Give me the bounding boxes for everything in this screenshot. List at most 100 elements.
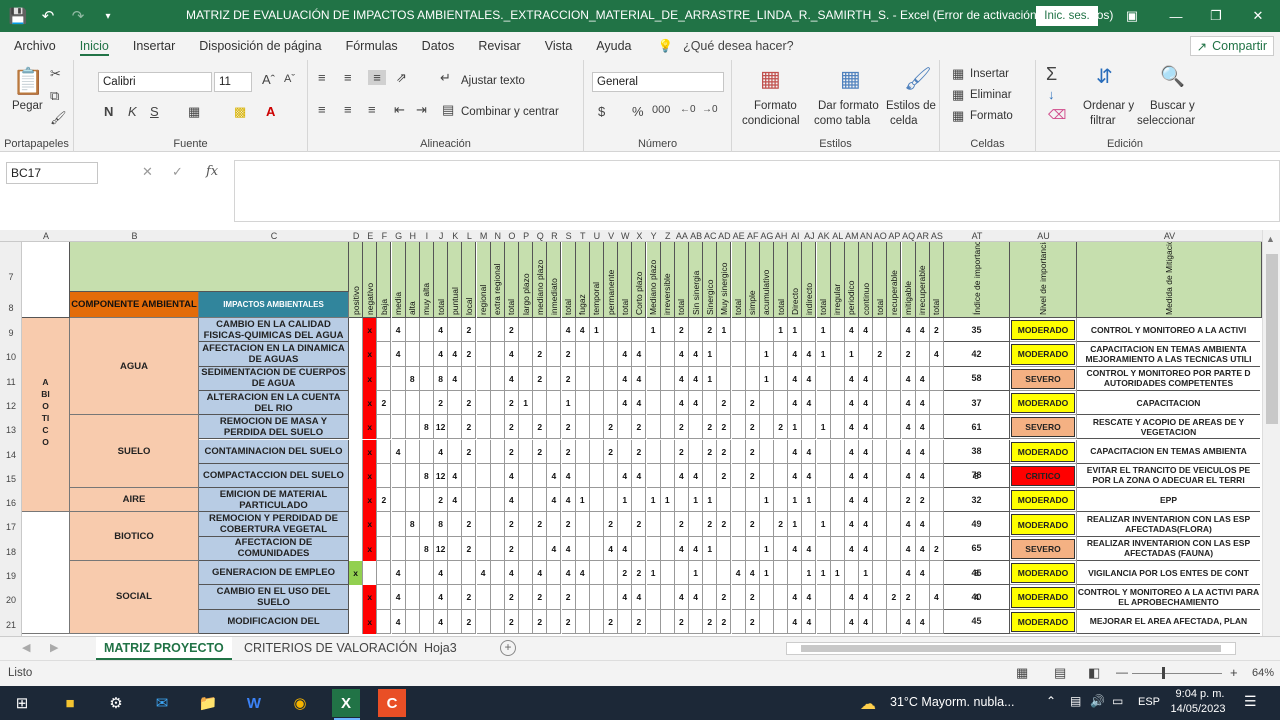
criteria-value-cell[interactable]: 2	[462, 342, 477, 367]
criteria-value-cell[interactable]	[660, 439, 675, 464]
find-label-2[interactable]: seleccionar	[1137, 115, 1195, 127]
criteria-value-cell[interactable]	[377, 536, 392, 561]
criteria-value-cell[interactable]	[660, 366, 675, 391]
criteria-value-cell[interactable]: 4	[901, 390, 916, 416]
column-header[interactable]: P	[519, 230, 533, 242]
criteria-value-cell[interactable]: 4	[504, 463, 519, 489]
criteria-value-cell[interactable]: 1	[703, 366, 718, 391]
criteria-value-cell[interactable]: 4	[859, 609, 874, 634]
column-header[interactable]: M	[477, 230, 491, 242]
as-table-label-2[interactable]: como tabla	[814, 115, 870, 127]
criteria-value-cell[interactable]	[618, 609, 633, 634]
column-header[interactable]: J	[434, 230, 448, 242]
criteria-value-cell[interactable]: 4	[788, 609, 803, 634]
criteria-value-cell[interactable]	[774, 561, 789, 586]
criteria-value-cell[interactable]	[575, 512, 590, 537]
criteria-value-cell[interactable]: 2	[717, 439, 732, 464]
next-sheet-icon[interactable]: ▶	[50, 641, 58, 654]
criteria-value-cell[interactable]	[405, 415, 420, 440]
formula-input[interactable]	[234, 160, 1280, 222]
vertical-scrollbar[interactable]: ▲	[1262, 230, 1280, 636]
criteria-value-cell[interactable]	[604, 390, 619, 416]
criteria-value-cell[interactable]: 2	[703, 512, 718, 537]
criteria-value-cell[interactable]	[873, 390, 888, 416]
column-header[interactable]: D	[349, 230, 363, 242]
criteria-value-cell[interactable]	[887, 609, 902, 634]
criteria-value-cell[interactable]	[929, 390, 944, 416]
increase-indent-icon[interactable]: ⇥	[416, 102, 427, 118]
criteria-value-cell[interactable]: 2	[618, 561, 633, 586]
criteria-value-cell[interactable]: 1	[859, 561, 874, 586]
criteria-value-cell[interactable]	[759, 512, 774, 537]
criteria-value-cell[interactable]: 2	[504, 512, 519, 537]
sheet-tab-criterios[interactable]: CRITERIOS DE VALORACIÓN	[236, 637, 425, 660]
criteria-value-cell[interactable]	[476, 342, 491, 367]
paste-icon[interactable]: 📋	[12, 66, 44, 97]
criteria-value-cell[interactable]: 4	[618, 366, 633, 391]
delete-button[interactable]: Eliminar	[970, 89, 1012, 101]
column-header[interactable]: L	[462, 230, 476, 242]
tab-datos[interactable]: Datos	[410, 32, 467, 60]
criteria-value-cell[interactable]	[618, 318, 633, 343]
borders-icon[interactable]: ▦	[188, 104, 200, 120]
criteria-value-cell[interactable]: 2	[604, 609, 619, 634]
impact-cell[interactable]: GENERACION DE EMPLEO	[199, 561, 349, 586]
positivo-cell[interactable]	[349, 609, 364, 634]
criteria-value-cell[interactable]	[519, 561, 534, 586]
criteria-value-cell[interactable]: 2	[533, 609, 548, 634]
mitigation-cell[interactable]: CONTROL Y MONITOREO A LA ACTIVI	[1077, 318, 1260, 343]
criteria-value-cell[interactable]: 2	[887, 585, 902, 610]
criteria-value-cell[interactable]	[731, 390, 746, 416]
criteria-value-cell[interactable]: 4	[802, 609, 817, 634]
criteria-value-cell[interactable]	[731, 342, 746, 367]
criteria-value-cell[interactable]	[547, 512, 562, 537]
impact-cell[interactable]: CAMBIO EN EL USO DEL SUELO	[199, 585, 349, 610]
criteria-value-cell[interactable]: 4	[731, 561, 746, 586]
positivo-cell[interactable]	[349, 439, 364, 464]
windows-start-icon[interactable]: ⊞	[8, 689, 36, 717]
zoom-level[interactable]: 64%	[1252, 667, 1274, 679]
criteria-value-cell[interactable]	[830, 318, 845, 343]
criteria-value-cell[interactable]	[887, 390, 902, 416]
criteria-value-cell[interactable]	[589, 609, 604, 634]
criteria-value-cell[interactable]: 4	[844, 512, 859, 537]
criteria-value-cell[interactable]: 2	[717, 512, 732, 537]
row-header[interactable]: 9	[0, 317, 22, 341]
criteria-value-cell[interactable]: 2	[504, 390, 519, 416]
criteria-value-cell[interactable]: 4	[901, 609, 916, 634]
criteria-value-cell[interactable]	[660, 561, 675, 586]
column-header[interactable]: U	[590, 230, 604, 242]
excel-icon[interactable]: X	[332, 689, 360, 717]
criteria-value-cell[interactable]: 1	[788, 512, 803, 537]
impact-cell[interactable]: COMPACTACCION DEL SUELO	[199, 463, 349, 489]
criteria-value-cell[interactable]: 4	[859, 512, 874, 537]
importance-level-cell[interactable]: MODERADO	[1011, 344, 1075, 365]
criteria-value-cell[interactable]: 4	[604, 536, 619, 561]
criteria-value-cell[interactable]	[689, 439, 704, 464]
negativo-cell[interactable]: x	[363, 536, 378, 561]
criteria-value-cell[interactable]	[462, 463, 477, 489]
criteria-value-cell[interactable]	[830, 439, 845, 464]
criteria-value-cell[interactable]	[419, 366, 434, 391]
mitigation-cell[interactable]: VIGILANCIA POR LOS ENTES DE CONT	[1077, 561, 1260, 586]
positivo-cell[interactable]	[349, 390, 364, 416]
criteria-value-cell[interactable]: 2	[674, 439, 689, 464]
insert-cells-icon[interactable]: ▦	[952, 66, 964, 82]
criteria-value-cell[interactable]	[830, 585, 845, 610]
criteria-value-cell[interactable]	[575, 342, 590, 367]
criteria-value-cell[interactable]	[915, 585, 930, 610]
criteria-value-cell[interactable]: 2	[561, 366, 576, 391]
criteria-value-cell[interactable]	[887, 439, 902, 464]
criteria-value-cell[interactable]	[816, 536, 831, 561]
criteria-value-cell[interactable]	[816, 488, 831, 513]
chrome-icon[interactable]: ◉	[286, 689, 314, 717]
criteria-value-cell[interactable]	[490, 439, 505, 464]
criteria-value-cell[interactable]	[490, 390, 505, 416]
column-header[interactable]: AM	[845, 230, 859, 242]
criteria-value-cell[interactable]: 4	[504, 366, 519, 391]
criteria-value-cell[interactable]	[759, 318, 774, 343]
column-header[interactable]: X	[632, 230, 646, 242]
criteria-value-cell[interactable]: 4	[689, 342, 704, 367]
criteria-value-cell[interactable]: 4	[674, 390, 689, 416]
importance-level-cell[interactable]: MODERADO	[1011, 392, 1075, 414]
